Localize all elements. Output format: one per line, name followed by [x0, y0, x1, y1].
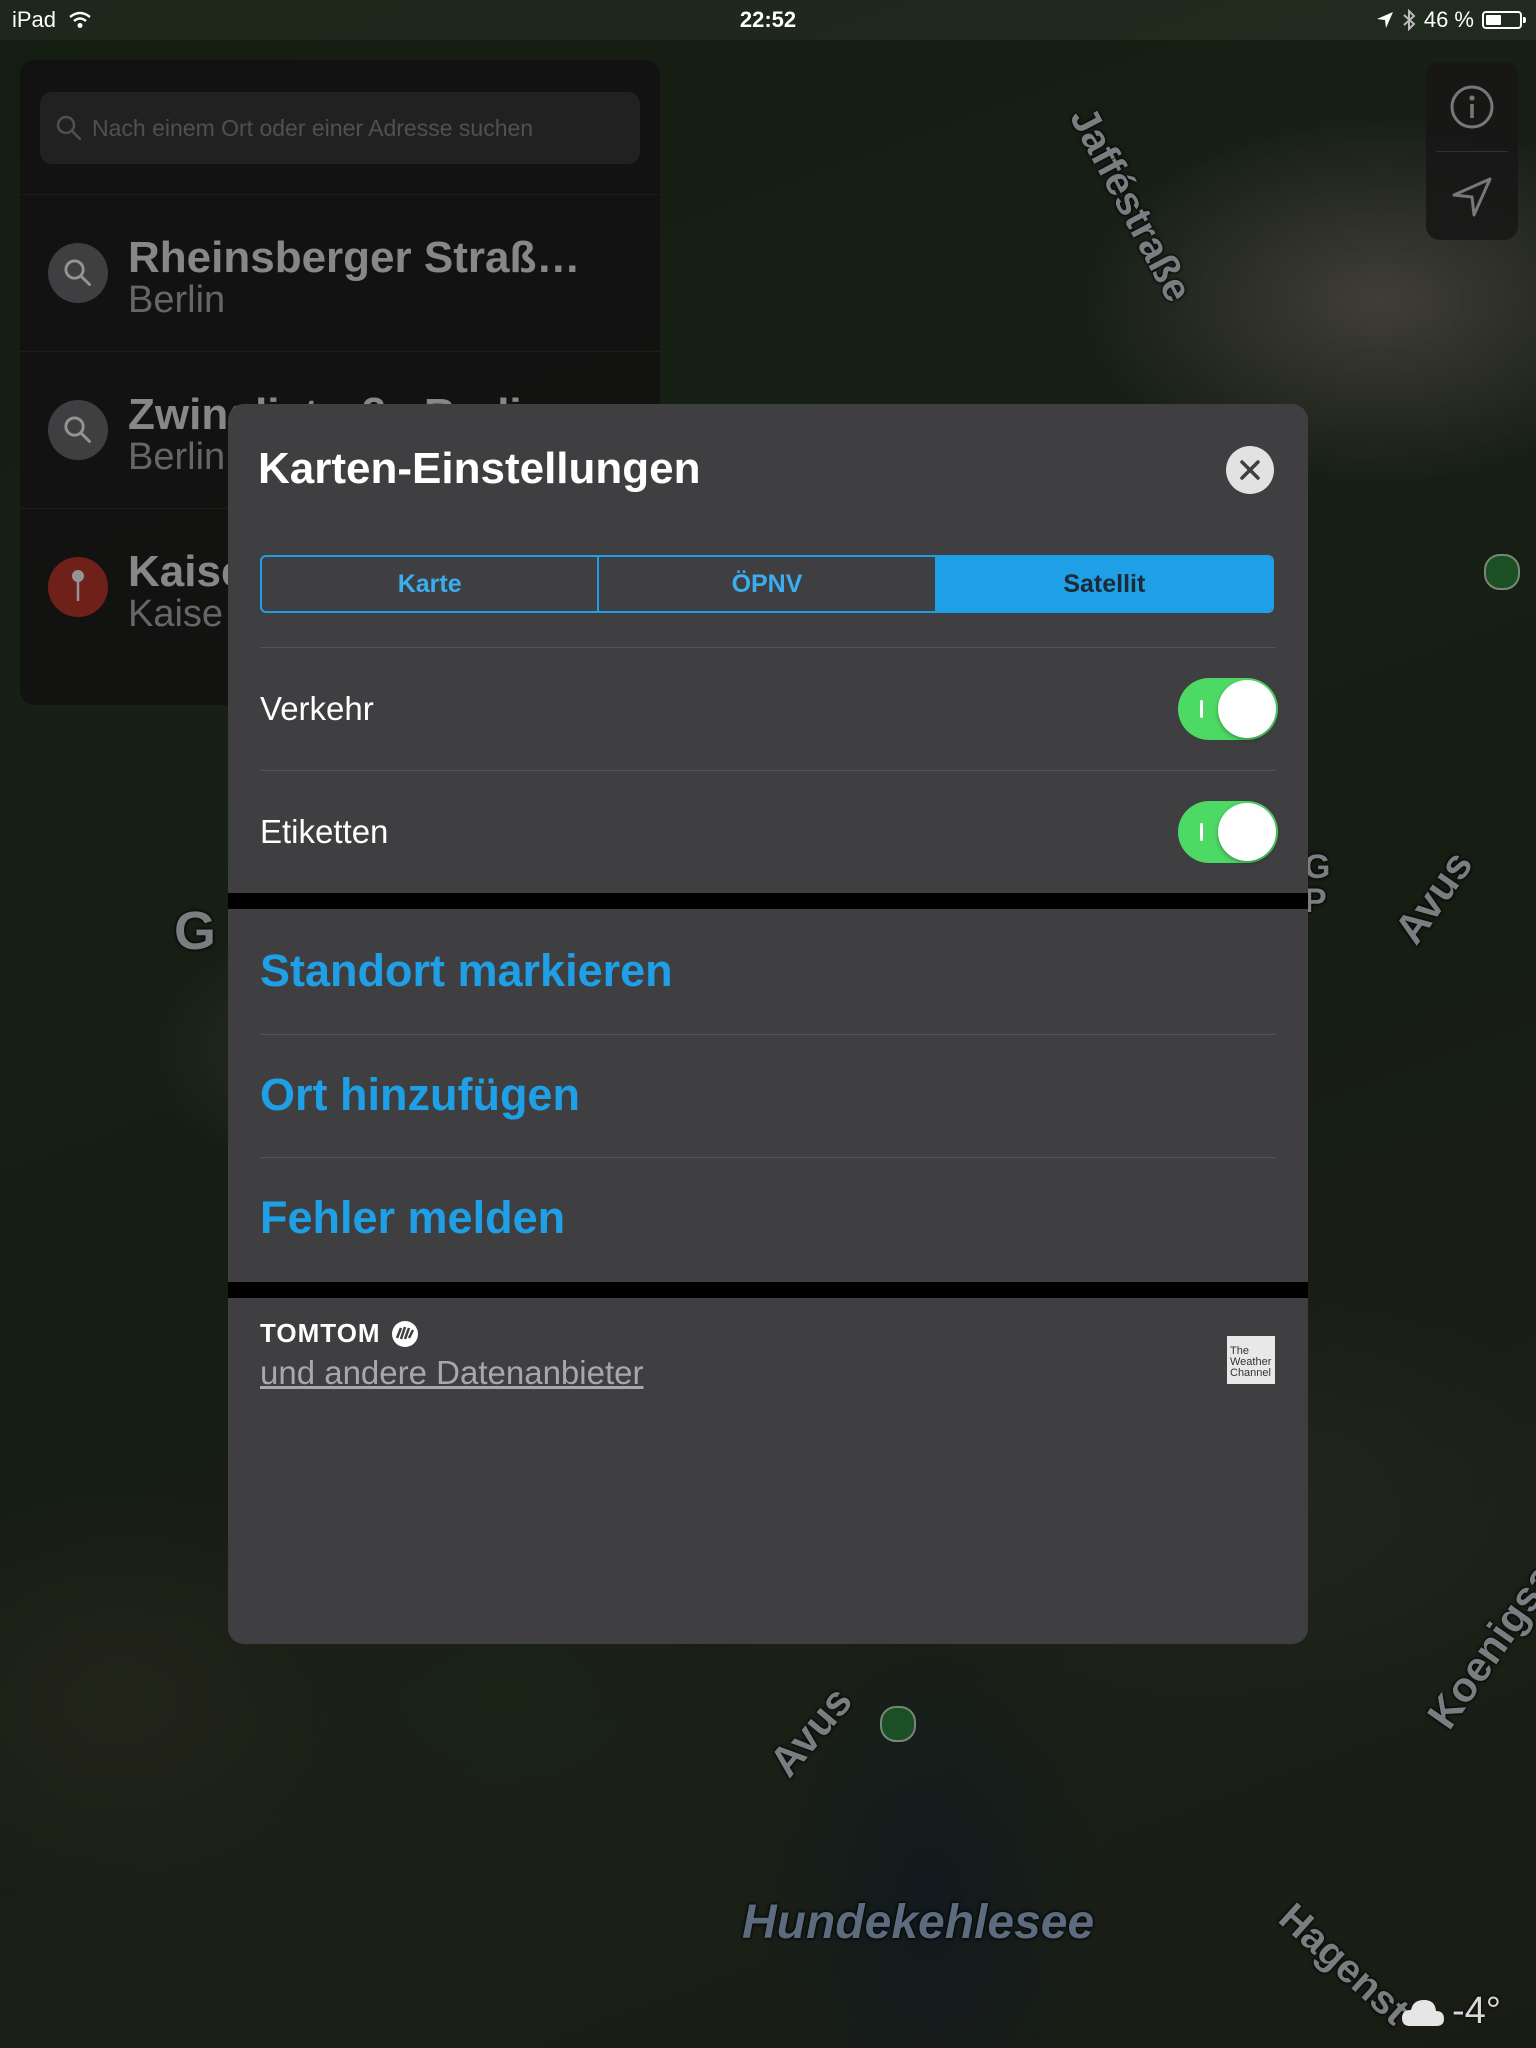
tomtom-hand-icon: [389, 1320, 421, 1348]
data-providers-link[interactable]: und andere Datenanbieter: [260, 1354, 643, 1392]
labels-label: Etiketten: [260, 813, 389, 850]
map-settings-modal: Karten-Einstellungen Karte ÖPNV Satellit…: [228, 404, 1308, 1644]
section-separator: [228, 893, 1308, 909]
report-problem-label: Fehler melden: [260, 1192, 566, 1243]
cloud-icon: [1400, 1996, 1446, 2028]
modal-title: Karten-Einstellungen: [258, 444, 701, 493]
add-place-label: Ort hinzufügen: [260, 1069, 580, 1120]
toggle-row-labels: Etiketten: [260, 771, 1278, 893]
status-right: 46 %: [1376, 7, 1526, 33]
battery-icon: [1482, 11, 1526, 29]
toggle-row-traffic: Verkehr: [260, 648, 1278, 770]
close-button[interactable]: [1226, 446, 1274, 494]
toggle-on-indicator: [1200, 823, 1203, 841]
toggle-on-indicator: [1200, 700, 1203, 718]
segment-oepnv[interactable]: ÖPNV: [599, 557, 937, 611]
traffic-label: Verkehr: [260, 690, 374, 727]
mark-location-button[interactable]: Standort markieren: [260, 909, 1276, 1031]
bluetooth-icon: [1402, 9, 1416, 31]
section-separator: [228, 1282, 1308, 1298]
weather-readout: -4°: [1400, 1990, 1501, 2033]
toggle-knob: [1218, 680, 1276, 738]
segment-karte[interactable]: Karte: [262, 557, 600, 611]
labels-toggle[interactable]: [1178, 801, 1278, 863]
tomtom-wordmark: TOMTOM: [260, 1318, 381, 1348]
add-place-button[interactable]: Ort hinzufügen: [260, 1033, 1276, 1155]
traffic-toggle[interactable]: [1178, 678, 1278, 740]
mark-location-label: Standort markieren: [260, 945, 673, 996]
report-problem-button[interactable]: Fehler melden: [260, 1156, 1276, 1278]
status-time: 22:52: [739, 7, 797, 32]
close-icon: [1239, 459, 1261, 481]
segment-satellit[interactable]: Satellit: [936, 557, 1272, 611]
battery-percent: 46 %: [1423, 7, 1474, 32]
status-bar: iPad 22:52 46 %: [0, 0, 1536, 40]
weather-channel-label: The Weather Channel: [1230, 1345, 1272, 1379]
location-services-icon: [1376, 11, 1394, 29]
weather-channel-logo: The Weather Channel: [1227, 1336, 1275, 1384]
map-type-segmented-control: Karte ÖPNV Satellit: [260, 555, 1274, 613]
toggle-knob: [1218, 803, 1276, 861]
temperature: -4°: [1452, 1990, 1501, 2032]
tomtom-logo: TOMTOM: [260, 1318, 421, 1349]
